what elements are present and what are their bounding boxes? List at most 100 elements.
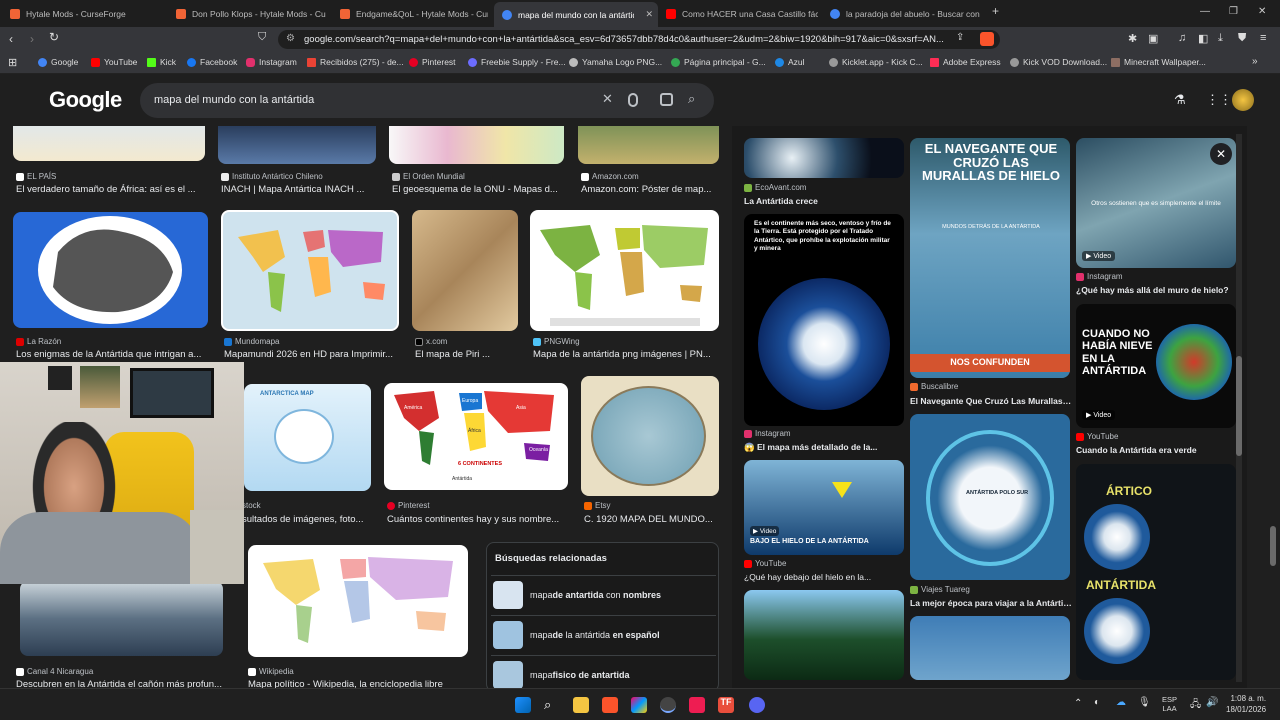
share-icon[interactable]: ⇪: [956, 32, 964, 43]
tab-youtube[interactable]: Como HACER una Casa Castillo fácil: [666, 4, 818, 23]
related-item[interactable]: mapa de la antártida en español: [491, 615, 716, 653]
result-title[interactable]: Mapamundi 2026 en HD para Imprimir...: [224, 349, 400, 360]
result-title[interactable]: Los enigmas de la Antártida que intrigan…: [16, 349, 208, 360]
copilot-icon[interactable]: [631, 697, 647, 713]
result-title[interactable]: Cuando la Antártida era verde: [1076, 445, 1238, 455]
result-image[interactable]: [218, 126, 376, 164]
bookmark-azul[interactable]: Azul: [775, 57, 805, 67]
result-title[interactable]: INACH | Mapa Antártica INACH ...: [221, 184, 381, 195]
bookmark-kicklet[interactable]: Kicklet.app - Kick C...: [829, 57, 923, 67]
result-image[interactable]: [581, 376, 719, 496]
tiktok-icon[interactable]: [689, 697, 705, 713]
close-tab-icon[interactable]: ✕: [640, 9, 658, 20]
tab-hytale-mods[interactable]: Hytale Mods - CurseForge: [10, 4, 170, 23]
result-title[interactable]: Mapa de la antártida png imágenes | PN..…: [533, 349, 719, 360]
result-image[interactable]: [578, 126, 719, 164]
result-title[interactable]: 😱 El mapa más detallado de la...: [744, 442, 904, 453]
close-preview-button[interactable]: ✕: [1210, 143, 1232, 165]
result-image[interactable]: [13, 126, 205, 161]
clock[interactable]: 1:08 a. m. 18/01/2026: [1226, 694, 1266, 716]
result-image[interactable]: [744, 590, 904, 680]
new-tab-button[interactable]: +: [992, 4, 999, 18]
result-title[interactable]: El geoesquema de la ONU - Mapas d...: [392, 184, 564, 195]
result-image[interactable]: BAJO EL HIELO DE LA ANTÁRTIDA ▶ Video: [744, 460, 904, 555]
result-title[interactable]: Mapa político - Wikipedia, la encicloped…: [248, 679, 468, 688]
result-title[interactable]: Cuántos continentes hay y sus nombre...: [387, 514, 567, 525]
more-bookmarks-icon[interactable]: »: [1252, 56, 1258, 67]
tf-app-icon[interactable]: TF: [718, 697, 734, 713]
tab-endgame[interactable]: Endgame&QoL - Hytale Mods - Curs: [340, 4, 488, 23]
result-image[interactable]: [20, 581, 223, 656]
result-title[interactable]: ¿Qué hay más allá del muro de hielo?: [1076, 285, 1238, 295]
related-item[interactable]: mapa fisico de antartida: [491, 655, 716, 688]
brave-shields-icon[interactable]: [980, 32, 994, 46]
bookmark-facebook[interactable]: Facebook: [187, 57, 237, 67]
close-window-icon[interactable]: ✕: [1258, 6, 1266, 17]
result-title[interactable]: La Antártida crece: [744, 196, 904, 206]
sidebar-icon[interactable]: ◧: [1198, 32, 1208, 45]
voice-search-icon[interactable]: [628, 93, 638, 107]
result-image[interactable]: ANTÁRTIDA POLO SUR: [910, 414, 1070, 580]
brave-icon[interactable]: [602, 697, 618, 713]
result-image[interactable]: 6 CONTINENTES Antártida Europa Asia Áfri…: [384, 383, 568, 490]
result-image[interactable]: [412, 210, 518, 331]
back-icon[interactable]: ‹: [9, 32, 13, 46]
result-image[interactable]: [744, 138, 904, 178]
result-title[interactable]: sultados de imágenes, foto...: [242, 514, 372, 525]
vpn-icon[interactable]: ⛊: [1238, 32, 1246, 45]
windows-start-icon[interactable]: [515, 697, 531, 713]
panel-scrollbar-thumb[interactable]: [1236, 356, 1242, 456]
labs-icon[interactable]: ⚗: [1174, 92, 1186, 108]
result-image[interactable]: [389, 126, 564, 164]
tab-active-google[interactable]: mapa del mundo con la antártida ✕: [494, 2, 658, 27]
google-logo[interactable]: Google: [49, 87, 122, 113]
reload-icon[interactable]: ↻: [49, 30, 59, 44]
bookmark-gmail[interactable]: Recibidos (275) - de...: [307, 57, 404, 67]
result-image[interactable]: [13, 212, 208, 328]
result-image[interactable]: [221, 210, 399, 331]
tray-cloud-icon[interactable]: ☁: [1116, 697, 1126, 708]
avatar[interactable]: [1232, 89, 1254, 111]
apps-grid-icon[interactable]: ⊞: [8, 56, 17, 69]
menu-icon[interactable]: ≡: [1260, 32, 1266, 44]
lens-search-icon[interactable]: [660, 93, 673, 106]
result-title[interactable]: El verdadero tamaño de África: así es el…: [16, 184, 206, 195]
search-input[interactable]: mapa del mundo con la antártida ✕ ⌕: [140, 83, 714, 118]
address-bar[interactable]: ⚙ google.com/search?q=mapa+del+mundo+con…: [278, 30, 1000, 49]
result-image[interactable]: CUANDO NO HABÍA NIEVE EN LA ANTÁRTIDA ▶ …: [1076, 304, 1236, 428]
result-title[interactable]: ¿Qué hay debajo del hielo en la...: [744, 572, 904, 582]
search-icon[interactable]: ⌕: [688, 91, 695, 107]
result-image[interactable]: ÁRTICO ANTÁRTIDA: [1076, 464, 1236, 680]
minimize-icon[interactable]: —: [1200, 6, 1210, 17]
result-image[interactable]: Es el continente más seco, ventoso y frí…: [744, 214, 904, 426]
bookmark-drive[interactable]: Página principal - G...: [671, 57, 766, 67]
tray-app-icon[interactable]: ◐: [1094, 697, 1100, 708]
google-apps-icon[interactable]: ⋮⋮: [1206, 92, 1232, 108]
bookmark-kick[interactable]: Kick: [147, 57, 176, 67]
bookmark-adobe[interactable]: Adobe Express: [930, 57, 1001, 67]
result-image[interactable]: [530, 210, 719, 331]
clear-search-icon[interactable]: ✕: [602, 91, 613, 107]
tab-paradoja[interactable]: la paradoja del abuelo - Buscar con G: [830, 4, 982, 23]
result-title[interactable]: Descubren en la Antártida el cañón más p…: [16, 679, 228, 688]
maximize-icon[interactable]: ❐: [1229, 6, 1238, 17]
tab-don-pollo[interactable]: Don Pollo Klops - Hytale Mods - Cur: [176, 4, 326, 23]
result-image[interactable]: [910, 616, 1070, 680]
bookmark-freebie[interactable]: Freebie Supply - Fre...: [468, 57, 566, 67]
bookmark-youtube[interactable]: YouTube: [91, 57, 137, 67]
forward-icon[interactable]: ›: [30, 32, 34, 46]
bookmark-yamaha[interactable]: Yamaha Logo PNG...: [569, 57, 662, 67]
bookmark-minecraft[interactable]: Minecraft Wallpaper...: [1111, 57, 1206, 67]
obs-icon[interactable]: [660, 697, 676, 713]
result-image[interactable]: ANTARCTICA MAP: [244, 384, 371, 491]
discord-icon[interactable]: [749, 697, 765, 713]
music-icon[interactable]: ♫: [1178, 32, 1186, 44]
result-title[interactable]: C. 1920 MAPA DEL MUNDO...: [584, 514, 719, 525]
volume-icon[interactable]: 🔊: [1206, 697, 1218, 708]
result-image[interactable]: [248, 545, 468, 657]
bookmark-google[interactable]: Google: [38, 57, 78, 67]
page-scrollbar-thumb[interactable]: [1270, 526, 1276, 566]
file-explorer-icon[interactable]: [573, 697, 589, 713]
bookmark-kick-vod[interactable]: Kick VOD Download...: [1010, 57, 1107, 67]
tray-mic-icon[interactable]: 🎙: [1138, 697, 1151, 708]
